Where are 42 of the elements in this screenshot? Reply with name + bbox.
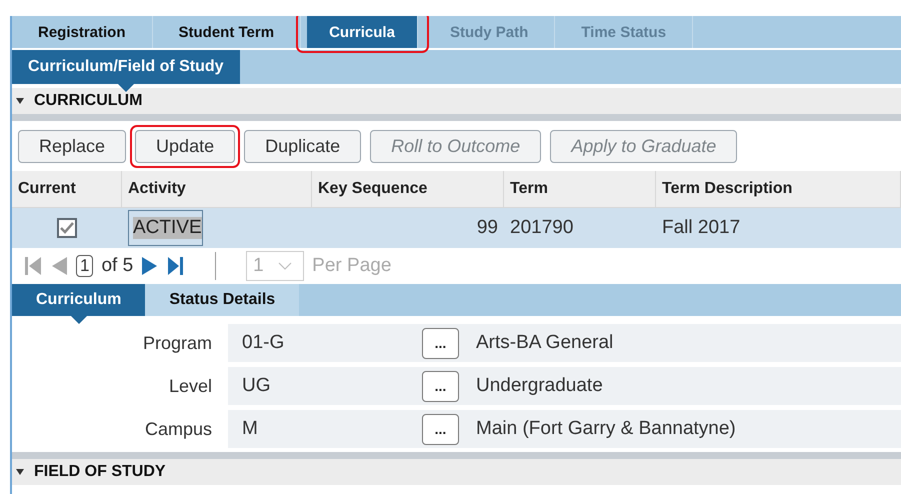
lookup-button[interactable]: ... bbox=[422, 414, 459, 444]
action-button[interactable]: Replace bbox=[18, 130, 126, 163]
activity-field[interactable]: ACTIVE bbox=[128, 210, 203, 246]
field-label: Campus bbox=[144, 418, 212, 440]
tab[interactable]: Student Term bbox=[152, 16, 302, 48]
input-field[interactable]: M ... Main (Fort Garry & Bannatyne) bbox=[228, 410, 901, 448]
section-header[interactable]: CURRICULUM bbox=[12, 88, 901, 114]
tab[interactable]: Curricula bbox=[307, 16, 418, 48]
column-header: Current bbox=[12, 171, 122, 208]
field-description: Main (Fort Garry & Bannatyne) bbox=[476, 418, 736, 440]
section-title: CURRICULUM bbox=[34, 92, 142, 110]
field-description: Arts-BA General bbox=[476, 332, 614, 354]
field-label: Level bbox=[168, 376, 212, 396]
tab[interactable]: Curriculum/Field of Study bbox=[12, 50, 240, 84]
lookup-button[interactable]: ... bbox=[422, 370, 459, 402]
chevron-down-icon bbox=[278, 262, 292, 270]
field-label: Program bbox=[142, 332, 212, 354]
table-cell: 99 bbox=[312, 208, 504, 248]
tab-pointer-icon bbox=[70, 316, 87, 324]
next-page-icon[interactable] bbox=[141, 256, 160, 276]
column-header: Term bbox=[504, 171, 656, 208]
action-button[interactable]: Update bbox=[135, 130, 236, 163]
table-cell: 201790 bbox=[504, 208, 656, 248]
page-number-field[interactable]: 1 bbox=[76, 255, 94, 277]
column-header: Key Sequence bbox=[312, 171, 504, 208]
column-header: Activity bbox=[122, 171, 312, 208]
section-header[interactable]: FIELD OF STUDY bbox=[12, 459, 901, 485]
last-page-icon[interactable] bbox=[167, 256, 186, 276]
section-title: FIELD OF STUDY bbox=[34, 463, 166, 481]
column-header: Term Description bbox=[656, 171, 901, 208]
tab[interactable]: Curriculum bbox=[12, 284, 146, 316]
checkbox[interactable] bbox=[57, 218, 77, 238]
tab[interactable]: Status Details bbox=[145, 284, 300, 316]
tab[interactable]: Registration bbox=[12, 16, 153, 48]
input-field[interactable]: UG ... Undergraduate bbox=[228, 367, 901, 405]
per-page-label: Per Page bbox=[312, 255, 392, 277]
action-button[interactable]: Duplicate bbox=[244, 130, 362, 163]
input-field[interactable]: 01-G ... Arts-BA General bbox=[228, 324, 901, 362]
page-count: of 5 bbox=[101, 255, 134, 277]
table-cell: Fall 2017 bbox=[656, 208, 901, 248]
lookup-button[interactable]: ... bbox=[422, 328, 459, 358]
field-description: Undergraduate bbox=[476, 375, 603, 397]
